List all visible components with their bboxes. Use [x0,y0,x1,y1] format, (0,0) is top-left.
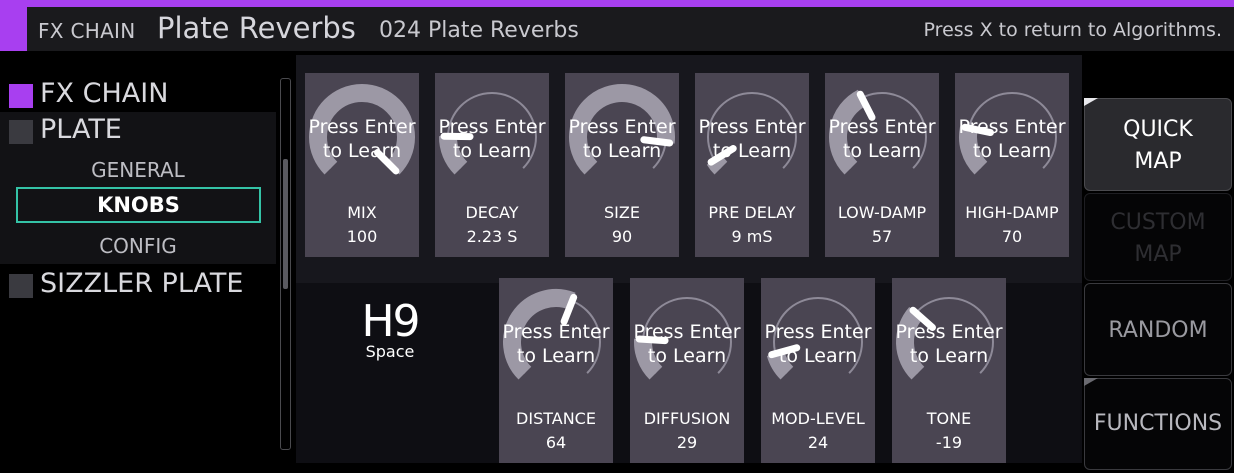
knob-learn-hint: Press Enter to Learn [825,115,939,163]
nav-subitem-general[interactable]: GENERAL [0,158,276,182]
learn-hint-line1: Press Enter [895,321,1003,343]
h9-control-app: FX CHAIN Plate Reverbs 024 Plate Reverbs… [0,0,1234,473]
learn-hint-line2: to Learn [778,345,858,367]
knob-r1-5[interactable]: Press Enter to Learn HIGH-DAMP 70 [955,73,1069,257]
knob-label: DISTANCE [516,409,596,428]
knob-value: 9 mS [731,227,773,246]
knob-value: 24 [807,433,829,452]
learn-hint-line2: to Learn [647,345,727,367]
nav-subitem-config[interactable]: CONFIG [0,234,276,258]
knob-r1-3[interactable]: Press Enter to Learn PRE DELAY 9 mS [695,73,809,257]
sizzler-bullet-icon [9,274,33,298]
knob-label: HIGH-DAMP [965,203,1059,222]
learn-hint-line2: to Learn [452,140,532,162]
learn-hint-line2: to Learn [972,140,1052,162]
top-accent-line [0,0,1234,7]
quick-map-line2: MAP [1134,149,1182,174]
knob-value: 2.23 S [466,227,518,246]
learn-hint-line1: Press Enter [828,116,936,138]
knob-learn-hint: Press Enter to Learn [761,320,875,368]
fx-chain-bullet-icon [9,84,33,108]
functions-button[interactable]: FUNCTIONS [1084,378,1232,470]
nav-item-sizzler-plate[interactable]: SIZZLER PLATE [0,266,276,306]
learn-hint-line1: Press Enter [958,116,1066,138]
custom-map-line1: CUSTOM [1110,210,1206,235]
random-button[interactable]: RANDOM [1084,283,1232,376]
quick-map-button[interactable]: QUICK MAP [1084,98,1232,191]
nav-scrollbar[interactable] [280,78,291,450]
learn-hint-line1: Press Enter [698,116,806,138]
knob-value: 90 [611,227,633,246]
knob-label: DIFFUSION [643,409,731,428]
custom-map-line2: MAP [1134,242,1182,267]
knob-r1-1[interactable]: Press Enter to Learn DECAY 2.23 S [435,73,549,257]
knob-label: SIZE [604,203,640,222]
nav-item-fx-chain[interactable]: FX CHAIN [0,76,276,116]
quick-map-line1: QUICK [1123,117,1193,142]
learn-hint-line1: Press Enter [633,321,741,343]
learn-hint-line2: to Learn [909,345,989,367]
nav-item-plate-label: PLATE [40,114,122,145]
learn-hint-line2: to Learn [842,140,922,162]
knob-label: MIX [347,203,377,222]
h9-logo: H9 Space [350,296,430,362]
h9-logo-main: H9 [361,296,420,347]
nav-item-plate[interactable]: PLATE [0,112,276,152]
header-algorithm-title[interactable]: Plate Reverbs [157,11,356,45]
knob-label: PRE DELAY [708,203,796,222]
learn-hint-line2: to Learn [582,140,662,162]
knob-learn-hint: Press Enter to Learn [630,320,744,368]
knob-label: DECAY [465,203,519,222]
knob-value: 29 [676,433,698,452]
knob-learn-hint: Press Enter to Learn [565,115,679,163]
learn-hint-line2: to Learn [322,140,402,162]
knob-r1-2[interactable]: Press Enter to Learn SIZE 90 [565,73,679,257]
knob-value: 57 [871,227,893,246]
knob-label: MOD-LEVEL [771,409,865,428]
knob-learn-hint: Press Enter to Learn [892,320,1006,368]
plate-bullet-icon [9,120,33,144]
knob-r1-0[interactable]: Press Enter to Learn MIX 100 [305,73,419,257]
functions-tab-notch-icon [1084,378,1098,386]
learn-hint-line2: to Learn [712,140,792,162]
learn-hint-line2: to Learn [516,345,596,367]
knob-value: 64 [545,433,567,452]
learn-hint-line1: Press Enter [308,116,416,138]
functions-label: FUNCTIONS [1093,411,1223,436]
random-label: RANDOM [1108,318,1208,343]
knob-learn-hint: Press Enter to Learn [305,115,419,163]
quick-map-tab-notch-icon [1084,98,1098,106]
header-hint-text: Press X to return to Algorithms. [923,19,1222,41]
knob-r2-1[interactable]: Press Enter to Learn DIFFUSION 29 [630,278,744,463]
knob-learn-hint: Press Enter to Learn [695,115,809,163]
knob-learn-hint: Press Enter to Learn [499,320,613,368]
custom-map-button[interactable]: CUSTOM MAP [1084,193,1232,281]
knob-label: TONE [926,409,972,428]
header-chain-label: FX CHAIN [38,19,136,43]
nav-item-sizzler-label: SIZZLER PLATE [40,268,244,299]
nav-subitem-knobs-selected[interactable]: KNOBS [16,187,261,223]
knob-label: LOW-DAMP [837,203,927,222]
knob-r1-4[interactable]: Press Enter to Learn LOW-DAMP 57 [825,73,939,257]
header-bar: FX CHAIN Plate Reverbs 024 Plate Reverbs… [0,7,1234,51]
header-accent-block [0,7,27,51]
learn-hint-line1: Press Enter [438,116,546,138]
learn-hint-line1: Press Enter [502,321,610,343]
knob-r2-0[interactable]: Press Enter to Learn DISTANCE 64 [499,278,613,463]
learn-hint-line1: Press Enter [764,321,872,343]
knob-value: -19 [935,433,963,452]
knob-learn-hint: Press Enter to Learn [955,115,1069,163]
nav-item-fx-chain-label: FX CHAIN [40,78,169,109]
knob-value: 100 [346,227,378,246]
header-preset-name[interactable]: 024 Plate Reverbs [379,18,579,43]
knob-value: 70 [1001,227,1023,246]
nav-scrollbar-thumb[interactable] [283,159,288,289]
knob-r2-3[interactable]: Press Enter to Learn TONE -19 [892,278,1006,463]
learn-hint-line1: Press Enter [568,116,676,138]
knob-learn-hint: Press Enter to Learn [435,115,549,163]
knob-r2-2[interactable]: Press Enter to Learn MOD-LEVEL 24 [761,278,875,463]
